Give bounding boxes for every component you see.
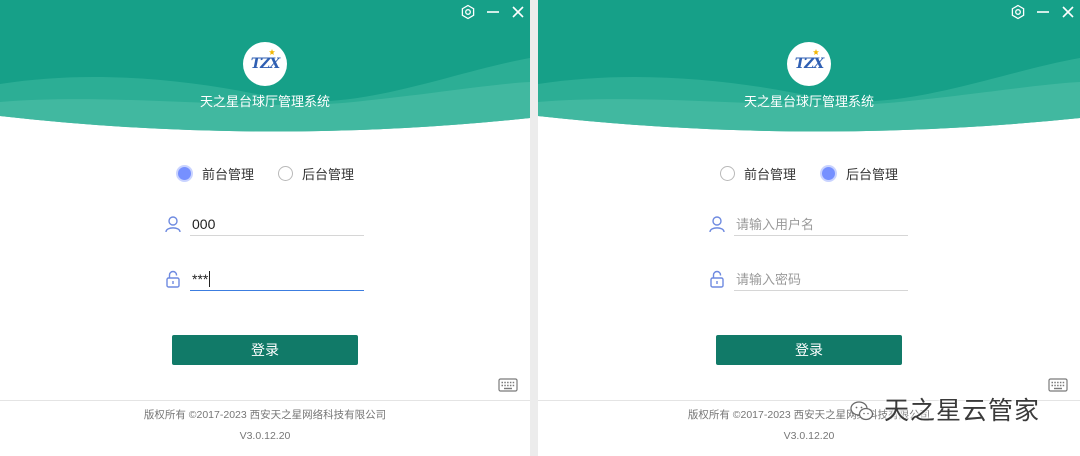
username-field bbox=[708, 212, 908, 236]
footer-divider bbox=[0, 400, 530, 401]
radio-indicator[interactable] bbox=[175, 164, 193, 182]
radio-indicator[interactable] bbox=[719, 165, 735, 181]
minimize-icon[interactable] bbox=[1035, 4, 1051, 20]
login-button[interactable]: 登录 bbox=[716, 335, 902, 365]
mode-back-office-radio[interactable]: 后台管理 bbox=[820, 164, 898, 182]
logo-text: TZX bbox=[250, 56, 280, 72]
close-icon[interactable] bbox=[1060, 4, 1076, 20]
password-field bbox=[708, 267, 908, 291]
lock-icon bbox=[164, 270, 182, 288]
mode-label: 后台管理 bbox=[846, 166, 899, 182]
login-mode-group: 前台管理 后台管理 bbox=[538, 164, 1080, 182]
watermark: 天之星云管家 bbox=[850, 396, 1040, 426]
gear-icon[interactable] bbox=[1010, 4, 1026, 20]
mode-back-office-radio[interactable]: 后台管理 bbox=[278, 164, 354, 182]
keyboard-icon[interactable] bbox=[498, 377, 518, 393]
password-input[interactable] bbox=[734, 267, 908, 291]
username-input[interactable] bbox=[190, 212, 364, 236]
radio-indicator[interactable] bbox=[820, 164, 837, 182]
username-input[interactable] bbox=[734, 212, 908, 236]
version-text: V3.0.12.20 bbox=[783, 430, 835, 442]
login-window-front: TZX 天之星台球厅管理系统 前台管理 后台管理 登录 版权所有 ©2017-2… bbox=[0, 0, 530, 456]
window-controls bbox=[460, 4, 526, 20]
password-field bbox=[164, 267, 364, 291]
user-icon bbox=[708, 215, 726, 233]
close-icon[interactable] bbox=[510, 4, 526, 20]
user-icon bbox=[164, 215, 182, 233]
mode-label: 后台管理 bbox=[302, 166, 355, 182]
version-text: V3.0.12.20 bbox=[239, 430, 291, 442]
app-title: 天之星台球厅管理系统 bbox=[743, 94, 874, 109]
text-cursor bbox=[209, 271, 210, 287]
mode-label: 前台管理 bbox=[201, 166, 254, 182]
login-window-back: TZX 天之星台球厅管理系统 前台管理 后台管理 登录 版权所有 ©2017-2… bbox=[538, 0, 1080, 456]
login-mode-group: 前台管理 后台管理 bbox=[0, 164, 530, 182]
mode-label: 前台管理 bbox=[743, 166, 796, 182]
star-icon bbox=[813, 49, 819, 55]
app-title: 天之星台球厅管理系统 bbox=[199, 94, 330, 109]
password-input[interactable] bbox=[190, 267, 364, 291]
copyright-text: 版权所有 ©2017-2023 西安天之星网络科技有限公司 bbox=[143, 409, 387, 421]
wechat-icon bbox=[850, 401, 874, 421]
radio-indicator[interactable] bbox=[278, 165, 293, 181]
mode-front-desk-radio[interactable]: 前台管理 bbox=[175, 164, 254, 182]
minimize-icon[interactable] bbox=[485, 4, 501, 20]
star-icon bbox=[269, 49, 275, 55]
logo-text: TZX bbox=[794, 56, 824, 72]
login-button[interactable]: 登录 bbox=[172, 335, 358, 365]
keyboard-icon[interactable] bbox=[1048, 377, 1068, 393]
mode-front-desk-radio[interactable]: 前台管理 bbox=[719, 164, 796, 182]
username-field bbox=[164, 212, 364, 236]
window-controls bbox=[1010, 4, 1076, 20]
app-logo: TZX bbox=[243, 42, 287, 86]
gear-icon[interactable] bbox=[460, 4, 476, 20]
lock-icon bbox=[708, 270, 726, 288]
watermark-text: 天之星云管家 bbox=[884, 397, 1041, 425]
app-logo: TZX bbox=[787, 42, 831, 86]
